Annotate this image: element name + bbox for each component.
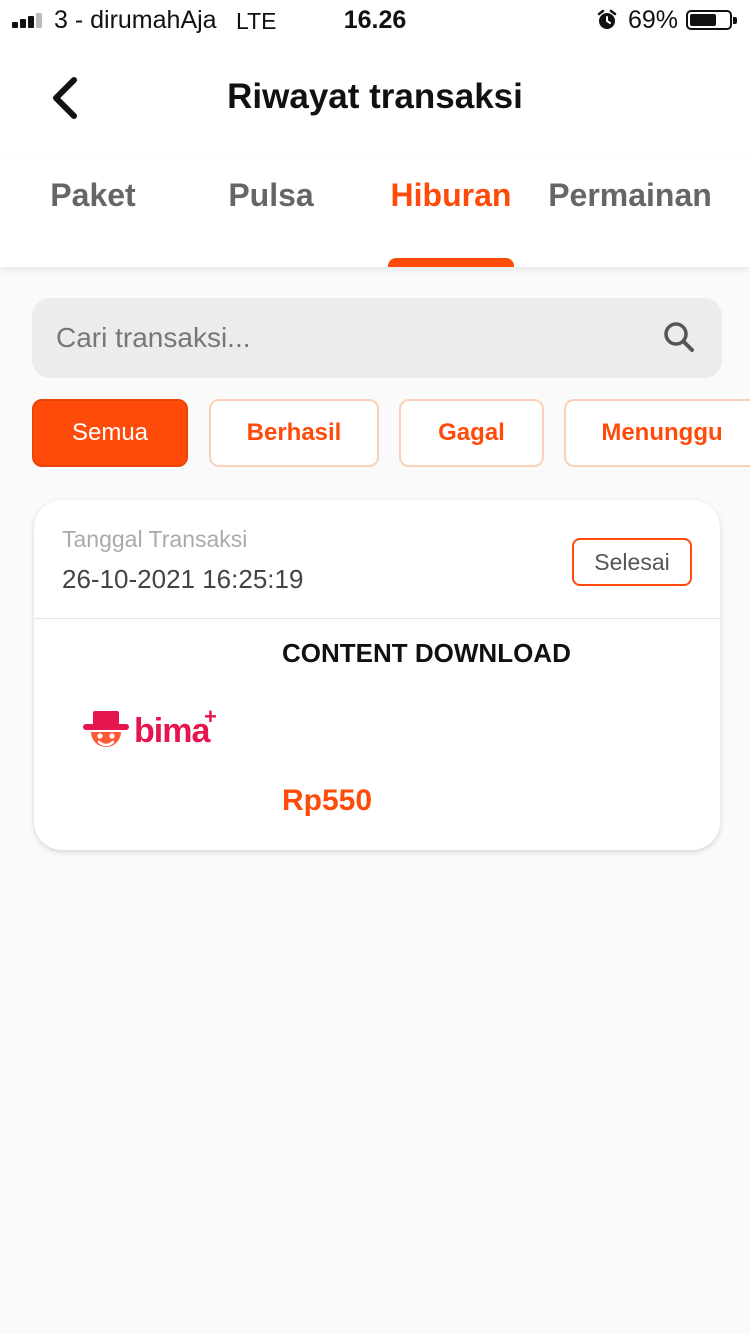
tab-permainan[interactable]: Permainan	[540, 177, 720, 214]
tab-pulsa[interactable]: Pulsa	[196, 177, 346, 214]
transaction-date: 26-10-2021 16:25:19	[62, 564, 304, 594]
tab-hiburan[interactable]: Hiburan	[376, 177, 526, 214]
alarm-icon	[597, 9, 617, 29]
tab-paket[interactable]: Paket	[20, 177, 166, 214]
transaction-date-label: Tanggal Transaksi	[62, 526, 248, 552]
filter-chip-berhasil[interactable]: Berhasil	[209, 399, 379, 467]
filter-chip-gagal[interactable]: Gagal	[399, 399, 544, 467]
active-tab-indicator	[388, 258, 514, 267]
bima-logo: bima +	[82, 704, 232, 764]
search-bar[interactable]	[32, 298, 722, 378]
search-input[interactable]	[56, 298, 656, 378]
page-title: Riwayat transaksi	[227, 77, 523, 116]
bima-hat-icon	[83, 711, 129, 747]
card-divider	[34, 618, 720, 619]
category-tabs: Paket Pulsa Hiburan Permainan	[0, 155, 750, 267]
filter-chip-menunggu[interactable]: Menunggu	[564, 399, 750, 467]
status-bar: 3 - dirumahAja LTE 16.26 69%	[0, 0, 750, 40]
battery-icon	[686, 10, 737, 30]
product-name: CONTENT DOWNLOAD	[282, 638, 571, 668]
filter-chip-semua[interactable]: Semua	[32, 399, 188, 467]
transaction-price: Rp550	[282, 784, 373, 817]
search-icon[interactable]	[662, 320, 696, 354]
status-badge: Selesai	[572, 538, 692, 586]
app-header: Riwayat transaksi	[0, 40, 750, 155]
logo-text: bima	[134, 712, 210, 750]
battery-percent: 69%	[628, 6, 679, 34]
logo-plus: +	[204, 704, 217, 729]
transaction-card[interactable]: Tanggal Transaksi 26-10-2021 16:25:19 Se…	[34, 500, 720, 850]
